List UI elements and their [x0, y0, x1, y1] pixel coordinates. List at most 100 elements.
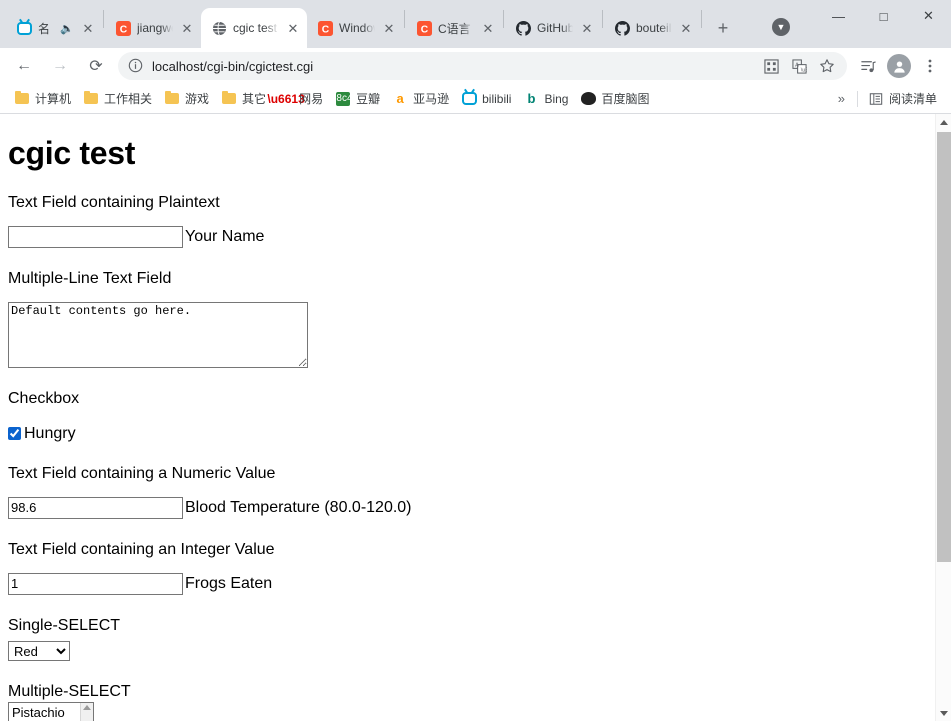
minimize-button[interactable]: — [816, 0, 861, 32]
forward-button[interactable]: → [45, 51, 75, 81]
tab-title: Windows [339, 21, 375, 35]
tab-separator [701, 10, 702, 28]
bookmark-netease[interactable]: \u6613 网易 [267, 87, 329, 110]
tab-title: bouteille [636, 21, 672, 35]
frogs-eaten-label: Frogs Eaten [185, 574, 273, 592]
bookmark-bing[interactable]: b Bing [517, 88, 574, 110]
csdn-icon: C [115, 20, 131, 36]
hungry-checkbox[interactable] [8, 427, 21, 441]
csdn-icon: C [416, 20, 432, 36]
window-controls: — □ ✕ [816, 0, 951, 32]
page-title: cgic test [8, 135, 136, 171]
bookmark-baidu-naotu[interactable]: 百度脑图 [574, 87, 655, 110]
star-icon[interactable] [817, 58, 837, 74]
amazon-icon: a [396, 91, 404, 106]
section-label-plaintext: Text Field containing Plaintext [8, 194, 220, 211]
close-button[interactable]: ✕ [906, 0, 951, 32]
maximize-button[interactable]: □ [861, 0, 906, 32]
tab-close-icon[interactable]: ✕ [480, 20, 496, 36]
back-button[interactable]: ← [9, 51, 39, 81]
reading-list-button[interactable]: 阅读清单 [862, 87, 943, 110]
csdn-icon: C [317, 20, 333, 36]
tab-bouteille[interactable]: bouteille ✕ [604, 8, 700, 48]
bookmark-work[interactable]: 工作相关 [77, 87, 158, 110]
tab-separator [503, 10, 504, 28]
color-single-select[interactable]: Red Green Blue [8, 641, 70, 662]
folder-icon [221, 91, 237, 107]
scrollbar-up-arrow-icon[interactable] [936, 114, 951, 130]
tab-title: 名 [38, 21, 51, 36]
bookmark-label: 百度脑图 [601, 92, 650, 106]
address-bar[interactable]: localhost/cgi-bin/cgictest.cgi A\u6587 [118, 52, 847, 80]
tab-close-icon[interactable]: ✕ [285, 20, 301, 36]
tab-bilibili[interactable]: 名 🔈 ✕ [6, 8, 102, 48]
bookmarks-overflow-icon[interactable]: » [830, 91, 853, 106]
tab-title: C语言 [438, 21, 471, 36]
tab-windows[interactable]: C Windows ✕ [307, 8, 403, 48]
tab-cgic-test[interactable]: cgic test ✕ [201, 8, 307, 48]
translate-icon[interactable]: A\u6587 [789, 58, 809, 74]
bookmark-games[interactable]: 游戏 [158, 87, 215, 110]
multi-select-scrollbar[interactable] [80, 703, 93, 721]
scrollbar-down-arrow-icon[interactable] [936, 705, 951, 721]
multiline-textarea[interactable]: Default contents go here. [8, 302, 308, 369]
name-input[interactable] [8, 226, 183, 249]
frogs-eaten-input[interactable] [8, 572, 183, 595]
bookmark-other[interactable]: 其它 [215, 87, 272, 110]
github-icon [515, 20, 531, 36]
tab-close-icon[interactable]: ✕ [678, 20, 694, 36]
flavor-multi-select[interactable]: Pistachio Walnut Creme [8, 702, 94, 721]
bookmark-label: 豆瓣 [356, 92, 381, 106]
page-scrollbar[interactable] [935, 114, 951, 721]
tab-close-icon[interactable]: ✕ [80, 20, 96, 36]
blood-temperature-label: Blood Temperature (80.0-120.0) [185, 498, 412, 516]
scrollbar-thumb[interactable] [937, 132, 951, 562]
qrcode-icon[interactable] [761, 58, 781, 74]
bookmark-computer[interactable]: 计算机 [8, 87, 77, 110]
bilibili-icon [461, 91, 477, 107]
svg-text:C: C [119, 24, 127, 35]
folder-icon [14, 91, 30, 107]
tab-separator [103, 10, 104, 28]
netease-icon: \u6613 [267, 91, 305, 106]
tab-title: jiangwei [137, 21, 173, 35]
tab-title: GitHub [537, 21, 573, 35]
folder-icon [164, 91, 180, 107]
svg-text:C: C [420, 24, 428, 35]
bookmark-amazon[interactable]: a 亚马逊 [386, 87, 455, 110]
reading-list-label: 阅读清单 [888, 92, 937, 106]
bookmark-label: 工作相关 [104, 92, 153, 106]
blood-temperature-input[interactable] [8, 496, 183, 519]
download-indicator-icon[interactable]: ▼ [772, 18, 790, 36]
page-viewport: cgic test Text Field containing Plaintex… [0, 114, 951, 721]
tab-github[interactable]: GitHub ✕ [505, 8, 601, 48]
name-field-label: Your Name [185, 228, 265, 246]
tab-jiangwei[interactable]: C jiangwei ✕ [105, 8, 201, 48]
info-circle-icon[interactable] [128, 58, 144, 74]
bookmark-douban[interactable]: \u8c46 豆瓣 [328, 87, 386, 110]
tab-close-icon[interactable]: ✕ [381, 20, 397, 36]
scroll-up-arrow-icon[interactable] [83, 705, 91, 711]
bookmark-label: 亚马逊 [413, 92, 450, 106]
reload-button[interactable]: ⟳ [81, 51, 111, 81]
section-label-multiline: Multiple-Line Text Field [8, 270, 172, 288]
profile-avatar-icon[interactable] [887, 54, 911, 78]
bookmark-label: bilibili [482, 91, 512, 106]
tab-close-icon[interactable]: ✕ [579, 20, 595, 36]
bilibili-icon [16, 20, 32, 36]
bookmarks-divider [856, 90, 858, 107]
section-label-integer: Text Field containing an Integer Value [8, 540, 275, 558]
tab-c-language[interactable]: C C语言 ✕ [406, 8, 502, 48]
name-field-row: Your Name [8, 226, 927, 249]
tab-title: cgic test [233, 21, 278, 35]
checkbox-row: Hungry [8, 425, 927, 443]
browser-window: 名 🔈 ✕ C jiangwei ✕ cgic test ✕ C Windows… [0, 0, 951, 721]
baidu-naotu-icon [580, 91, 596, 107]
media-list-icon[interactable] [853, 51, 883, 81]
bookmark-bilibili[interactable]: bilibili [455, 88, 517, 110]
three-dot-menu-icon[interactable] [915, 51, 945, 81]
tab-close-icon[interactable]: ✕ [179, 20, 195, 36]
new-tab-button[interactable]: + [709, 14, 737, 42]
mute-icon[interactable]: 🔈 [60, 22, 74, 35]
tab-separator [602, 10, 603, 28]
